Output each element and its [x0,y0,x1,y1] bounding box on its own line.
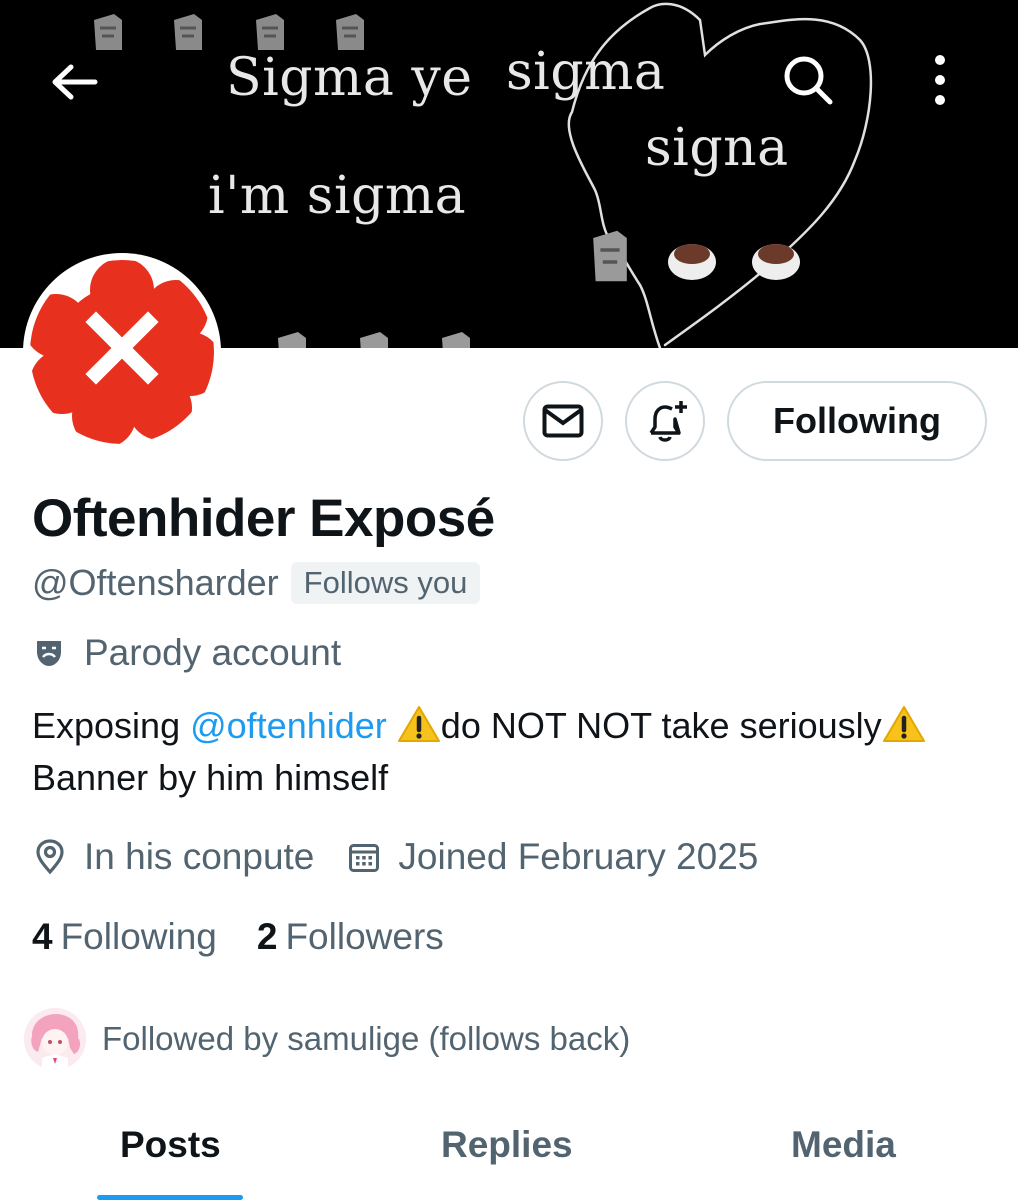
follows-you-badge: Follows you [290,562,481,604]
coffee-emoji-icon [668,244,716,280]
moai-emoji-icon [278,332,306,348]
bio-mention-link[interactable]: @oftenhider [190,705,387,746]
tab-posts[interactable]: Posts [120,1124,221,1166]
handle-row: @Oftensharder Follows you [32,562,481,604]
mail-icon [542,404,584,438]
followers-count-link[interactable]: 2 Followers [257,916,444,958]
moai-emoji-icon [593,230,627,282]
calendar-icon [349,844,380,872]
tab-replies[interactable]: Replies [441,1124,573,1166]
back-arrow-icon [52,64,98,100]
banner-text: signa [645,118,789,178]
profile-bio: Exposing @oftenhider do NOT NOT take ser… [32,700,932,804]
location-pin-icon [36,839,64,875]
message-button[interactable] [523,381,603,461]
following-count-link[interactable]: 4 Following [32,916,217,958]
parody-label-row: Parody account [34,632,341,674]
bio-text: do NOT NOT take seriously [440,705,882,746]
followers-count: 2 [256,916,278,957]
followed-by-text: Followed by samulige (follows back) [102,1020,631,1057]
location-text: In his conpute [84,836,315,877]
display-name: Oftenhider Exposé [32,489,495,548]
user-handle: @Oftensharder [32,562,279,603]
follow-stats: 4 Following 2 Followers [32,916,444,958]
mutual-follower-avatar [24,1008,86,1070]
more-options-button[interactable] [908,48,972,112]
moai-emoji-icon [94,14,122,50]
bio-text: Banner by him himself [32,757,389,798]
search-button[interactable] [776,48,840,112]
followed-by-row[interactable]: Followed by samulige (follows back) [24,1008,630,1070]
banner-text: i'm sigma [208,166,467,226]
notifications-button[interactable] [625,381,705,461]
profile-avatar[interactable] [23,253,221,451]
coffee-emoji-icon [752,244,800,280]
following-label: Following [60,916,217,957]
profile-meta: In his conpute Joined February 2025 [34,836,758,878]
bio-text: Exposing [32,705,191,746]
moai-emoji-icon [360,332,388,348]
following-count: 4 [32,916,53,957]
red-x-badge-icon [30,260,214,444]
bell-plus-icon [649,401,687,442]
more-vertical-icon [935,55,945,105]
banner-text: sigma [506,42,666,102]
following-button[interactable]: Following [727,381,987,461]
followers-label: Followers [285,916,444,957]
moai-emoji-icon [174,14,202,50]
search-icon [784,56,833,105]
parody-label: Parody account [84,632,342,673]
banner-text: Sigma ye [226,48,473,108]
warning-icon [397,706,440,742]
warning-icon [882,706,925,742]
anime-avatar-icon [24,1008,86,1070]
joined-date: Joined February 2025 [398,836,759,877]
active-tab-indicator [97,1195,243,1200]
tab-media[interactable]: Media [791,1124,896,1166]
back-button[interactable] [42,50,106,114]
theater-mask-icon [37,641,61,666]
moai-emoji-icon [442,332,470,348]
